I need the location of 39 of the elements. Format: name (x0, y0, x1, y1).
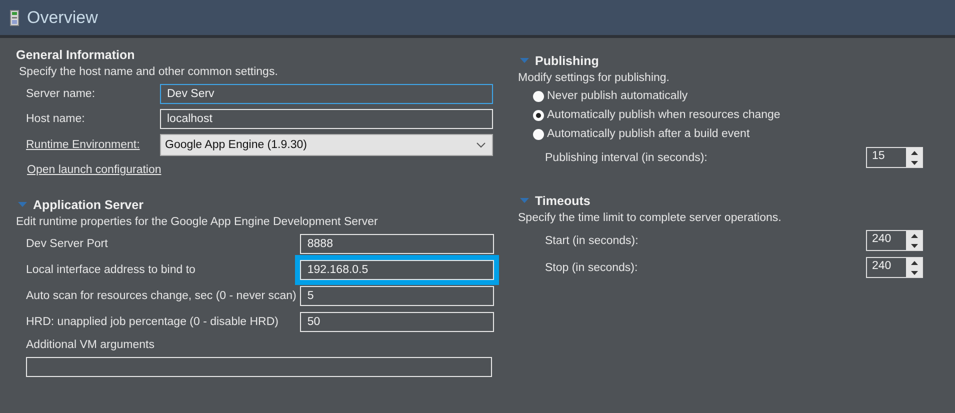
field-label: Server name: (26, 88, 96, 100)
number-spinner[interactable]: 240 (866, 257, 923, 278)
number-spinner[interactable]: 15 (866, 147, 923, 168)
page-title: Overview (27, 8, 98, 28)
field-label: Host name: (26, 113, 86, 125)
section-title: Publishing (535, 54, 599, 68)
text-field[interactable]: 50 (300, 312, 494, 332)
radio-button[interactable] (533, 128, 544, 140)
field-label: Dev Server Port (26, 238, 109, 250)
section-description: Specify the host name and other common settings. (18, 66, 279, 78)
field-label: Stop (in seconds): (545, 262, 638, 274)
section-title: General Information (16, 47, 136, 62)
section-description: Modify settings for publishing. (518, 72, 670, 84)
field-label: Local interface address to bind to (26, 264, 196, 276)
section-description: Edit runtime properties for the Google App Engine Development Server (16, 216, 379, 228)
open-launch-link[interactable]: Open launch configuration (27, 164, 162, 176)
text-field[interactable]: 8888 (300, 234, 494, 254)
section-description: Specify the time limit to complete server operations. (518, 212, 782, 224)
section-title: Timeouts (535, 194, 590, 208)
text-field[interactable]: Dev Serv (160, 84, 493, 104)
field-label: Auto scan for resources change, sec (0 - never scan) (26, 290, 296, 302)
chevron-down-icon (476, 142, 486, 148)
field-label: HRD: unapplied job percentage (0 - disable HRD) (26, 316, 280, 328)
radio-label[interactable]: Automatically publish when resources change (547, 109, 780, 121)
runtime-dropdown[interactable]: Google App Engine (1.9.30) (160, 134, 493, 156)
server-icon (10, 10, 19, 26)
field-label: Start (in seconds): (545, 234, 638, 246)
runtime-link[interactable]: Runtime Environment: (26, 139, 160, 151)
section-title: Application Server (33, 198, 144, 212)
field-label: Publishing interval (in seconds): (545, 152, 708, 164)
field-label: Additional VM arguments (25, 339, 156, 351)
text-field[interactable]: 5 (300, 286, 494, 306)
number-spinner[interactable]: 240 (866, 230, 923, 251)
vm-arguments-field[interactable] (26, 357, 492, 377)
radio-button[interactable] (533, 110, 544, 120)
radio-label[interactable]: Never publish automatically (547, 90, 688, 102)
radio-label[interactable]: Automatically publish after a build event (547, 128, 750, 140)
radio-button[interactable] (533, 90, 544, 102)
text-field[interactable]: localhost (160, 109, 493, 129)
